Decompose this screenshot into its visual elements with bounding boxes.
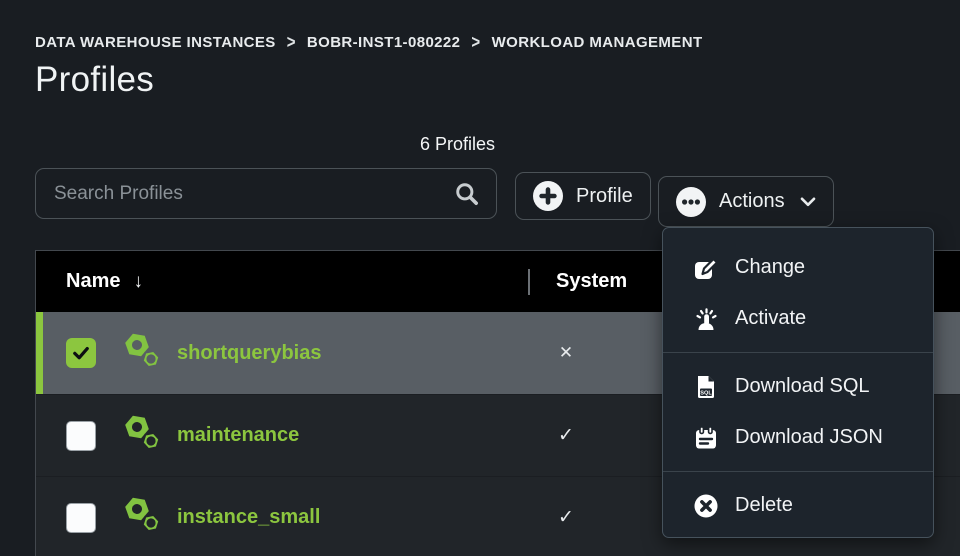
profile-hexnut-icon [123, 496, 163, 539]
menu-item-activate[interactable]: Activate [663, 293, 933, 344]
row-checkbox-unchecked[interactable] [66, 503, 96, 533]
json-clipboard-icon [693, 425, 719, 451]
menu-item-delete[interactable]: Delete [663, 480, 933, 531]
actions-button[interactable]: Actions [658, 176, 834, 227]
edit-icon [693, 255, 719, 281]
search-icon[interactable] [453, 180, 480, 207]
search-profiles-box [35, 168, 497, 219]
profile-hexnut-icon [123, 332, 163, 375]
ellipsis-circle-icon [676, 187, 706, 217]
profile-name-link[interactable]: maintenance [177, 424, 299, 447]
delete-circle-x-icon [693, 493, 719, 519]
breadcrumb: DATA WAREHOUSE INSTANCES > BOBR-INST1-08… [35, 34, 703, 51]
breadcrumb-item-workload-management[interactable]: WORKLOAD MANAGEMENT [492, 34, 703, 51]
column-header-name[interactable]: Name ↓ [36, 270, 143, 293]
column-header-system[interactable]: System [556, 270, 627, 293]
actions-button-label: Actions [719, 190, 785, 213]
activate-icon [693, 306, 719, 332]
search-input[interactable] [36, 183, 453, 205]
system-flag: ✓ [506, 506, 626, 529]
plus-circle-icon [533, 181, 563, 211]
breadcrumb-item-instance[interactable]: BOBR-INST1-080222 [307, 34, 461, 51]
sort-descending-icon: ↓ [133, 271, 143, 293]
profile-name-link[interactable]: shortquerybias [177, 342, 321, 365]
menu-item-download-sql[interactable]: SQL Download SQL [663, 361, 933, 412]
breadcrumb-separator-icon: > [471, 32, 480, 53]
menu-divider [663, 352, 933, 353]
menu-divider [663, 471, 933, 472]
actions-dropdown-menu: Change Activate [662, 227, 934, 538]
add-profile-button[interactable]: Profile [515, 172, 651, 220]
sql-file-icon: SQL [693, 374, 719, 400]
page-title: Profiles [35, 60, 154, 100]
profile-name-link[interactable]: instance_small [177, 506, 320, 529]
system-flag: ✓ [506, 424, 626, 447]
breadcrumb-separator-icon: > [287, 32, 296, 53]
profile-hexnut-icon [123, 414, 163, 457]
row-checkbox-unchecked[interactable] [66, 421, 96, 451]
profiles-count: 6 Profiles [35, 134, 880, 155]
breadcrumb-item-instances[interactable]: DATA WAREHOUSE INSTANCES [35, 34, 276, 51]
column-divider [528, 269, 530, 295]
menu-item-change[interactable]: Change [663, 242, 933, 293]
svg-text:SQL: SQL [700, 390, 712, 396]
menu-item-download-json[interactable]: Download JSON [663, 412, 933, 463]
profile-button-label: Profile [576, 185, 633, 208]
row-checkbox-checked[interactable] [66, 338, 96, 368]
chevron-down-icon [800, 197, 816, 207]
system-flag: ✕ [506, 343, 626, 363]
